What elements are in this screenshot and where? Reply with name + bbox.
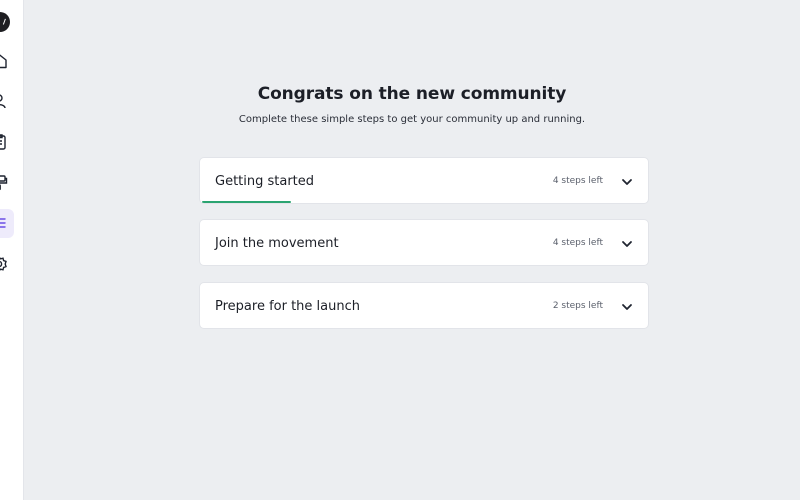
page-title: Congrats on the new community xyxy=(257,84,567,104)
section-getting-started[interactable]: Getting started 4 steps left xyxy=(199,157,649,204)
chevron-down-icon[interactable] xyxy=(621,238,633,250)
sidebar xyxy=(0,0,24,500)
chevron-down-icon[interactable] xyxy=(621,301,633,313)
list-icon[interactable] xyxy=(0,214,8,232)
home-icon[interactable] xyxy=(0,52,8,70)
page-subtitle: Complete these simple steps to get your … xyxy=(238,114,586,125)
section-prepare-for-the-launch[interactable]: Prepare for the launch 2 steps left xyxy=(199,282,649,329)
section-progress-fill xyxy=(202,201,291,203)
community-avatar[interactable] xyxy=(0,12,10,32)
section-progress-bar xyxy=(202,201,646,203)
section-title: Prepare for the launch xyxy=(215,299,360,314)
steps-left-badge: 4 steps left xyxy=(552,176,603,186)
steps-left-badge: 2 steps left xyxy=(552,301,603,311)
section-title: Getting started xyxy=(215,174,315,189)
section-title: Join the movement xyxy=(215,236,339,251)
app-window: Congrats on the new community Complete t… xyxy=(0,0,800,500)
main-content: Congrats on the new community Complete t… xyxy=(24,0,800,500)
settings-icon[interactable] xyxy=(0,255,8,273)
members-icon[interactable] xyxy=(0,92,8,110)
paint-roller-icon[interactable] xyxy=(0,173,8,191)
section-join-the-movement[interactable]: Join the movement 4 steps left xyxy=(199,219,649,266)
clipboard-icon[interactable] xyxy=(0,133,8,151)
chevron-down-icon[interactable] xyxy=(621,176,633,188)
steps-left-badge: 4 steps left xyxy=(552,238,603,248)
